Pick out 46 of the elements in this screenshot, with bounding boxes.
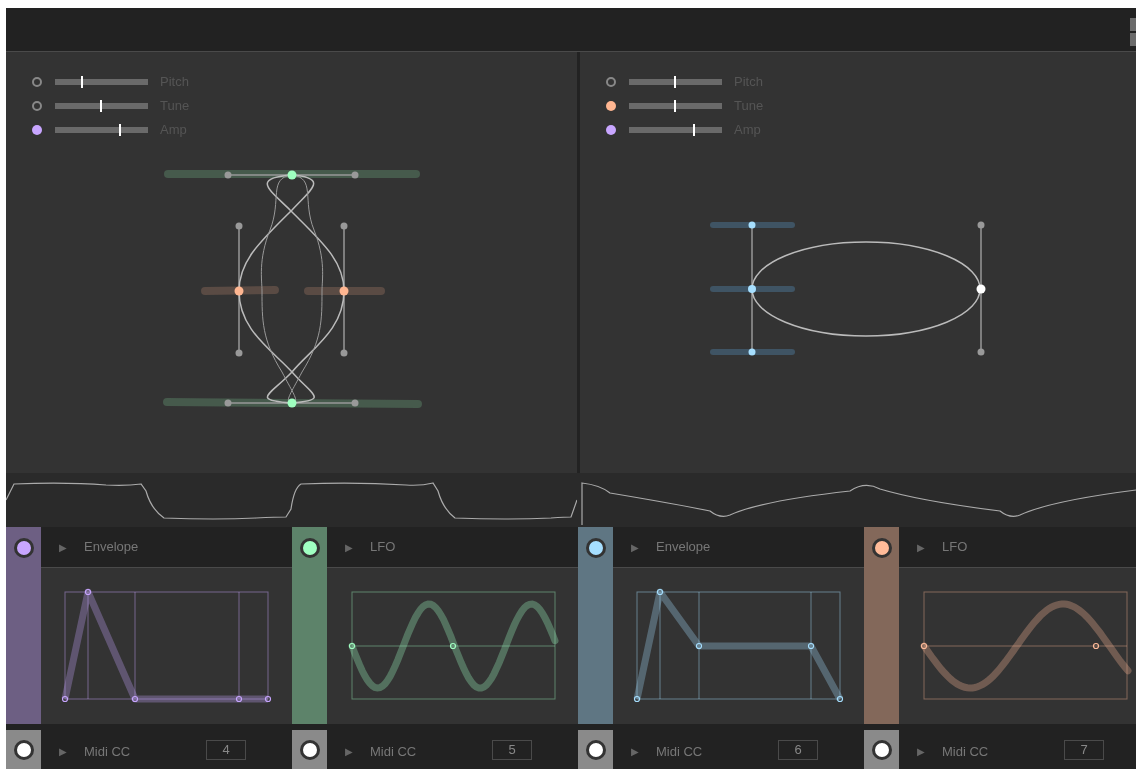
midi-value-field[interactable]: 7 (1064, 740, 1105, 760)
slider-thumb[interactable] (693, 124, 696, 136)
midi-value-field[interactable]: 6 (778, 740, 819, 760)
param-ring[interactable] (606, 77, 616, 87)
module-title: LFO (370, 538, 396, 557)
midi-toggle[interactable] (871, 740, 892, 760)
slider-thumb[interactable] (80, 76, 83, 88)
midi-toggle[interactable] (299, 740, 320, 760)
module-toggle[interactable] (13, 538, 34, 558)
param-slider[interactable] (55, 127, 148, 133)
module-title: Envelope (84, 538, 139, 557)
slider-thumb[interactable] (673, 76, 676, 88)
param-slider[interactable] (629, 79, 722, 85)
midi-label: Midi CC (656, 743, 703, 761)
module-toggle[interactable] (585, 538, 606, 558)
expand-arrow[interactable]: ▶ (917, 539, 925, 555)
midi-value-field[interactable]: 5 (492, 740, 533, 760)
midi-label: Midi CC (942, 743, 989, 761)
param-ring[interactable] (32, 101, 42, 111)
slider-thumb[interactable] (119, 124, 122, 136)
slider-thumb[interactable] (673, 100, 676, 112)
midi-toggle[interactable] (13, 740, 34, 760)
param-ring[interactable] (32, 77, 42, 87)
expand-arrow[interactable]: ▶ (59, 744, 67, 759)
expand-arrow[interactable]: ▶ (59, 539, 67, 555)
expand-arrow[interactable]: ▶ (917, 744, 925, 759)
slider-thumb[interactable] (99, 100, 102, 112)
ellipse-editor-drawing[interactable] (710, 221, 986, 356)
module-toggle[interactable] (871, 538, 892, 558)
midi-label: Midi CC (84, 743, 131, 761)
param-slider[interactable] (55, 103, 148, 109)
expand-arrow[interactable]: ▶ (345, 539, 353, 555)
param-slider[interactable] (629, 103, 722, 109)
param-slider[interactable] (629, 127, 722, 133)
module-toggle[interactable] (299, 538, 320, 558)
grip-icon[interactable] (1130, 18, 1136, 46)
midi-value-field[interactable]: 4 (206, 740, 247, 760)
expand-arrow[interactable]: ▶ (631, 539, 639, 555)
module-title: Envelope (656, 538, 711, 557)
expand-arrow[interactable]: ▶ (345, 744, 353, 759)
midi-label: Midi CC (370, 743, 417, 761)
curve-editor-drawing[interactable] (163, 170, 422, 408)
param-slider[interactable] (55, 79, 148, 85)
expand-arrow[interactable]: ▶ (631, 744, 639, 759)
module-title: LFO (942, 538, 968, 557)
midi-toggle[interactable] (585, 740, 606, 760)
